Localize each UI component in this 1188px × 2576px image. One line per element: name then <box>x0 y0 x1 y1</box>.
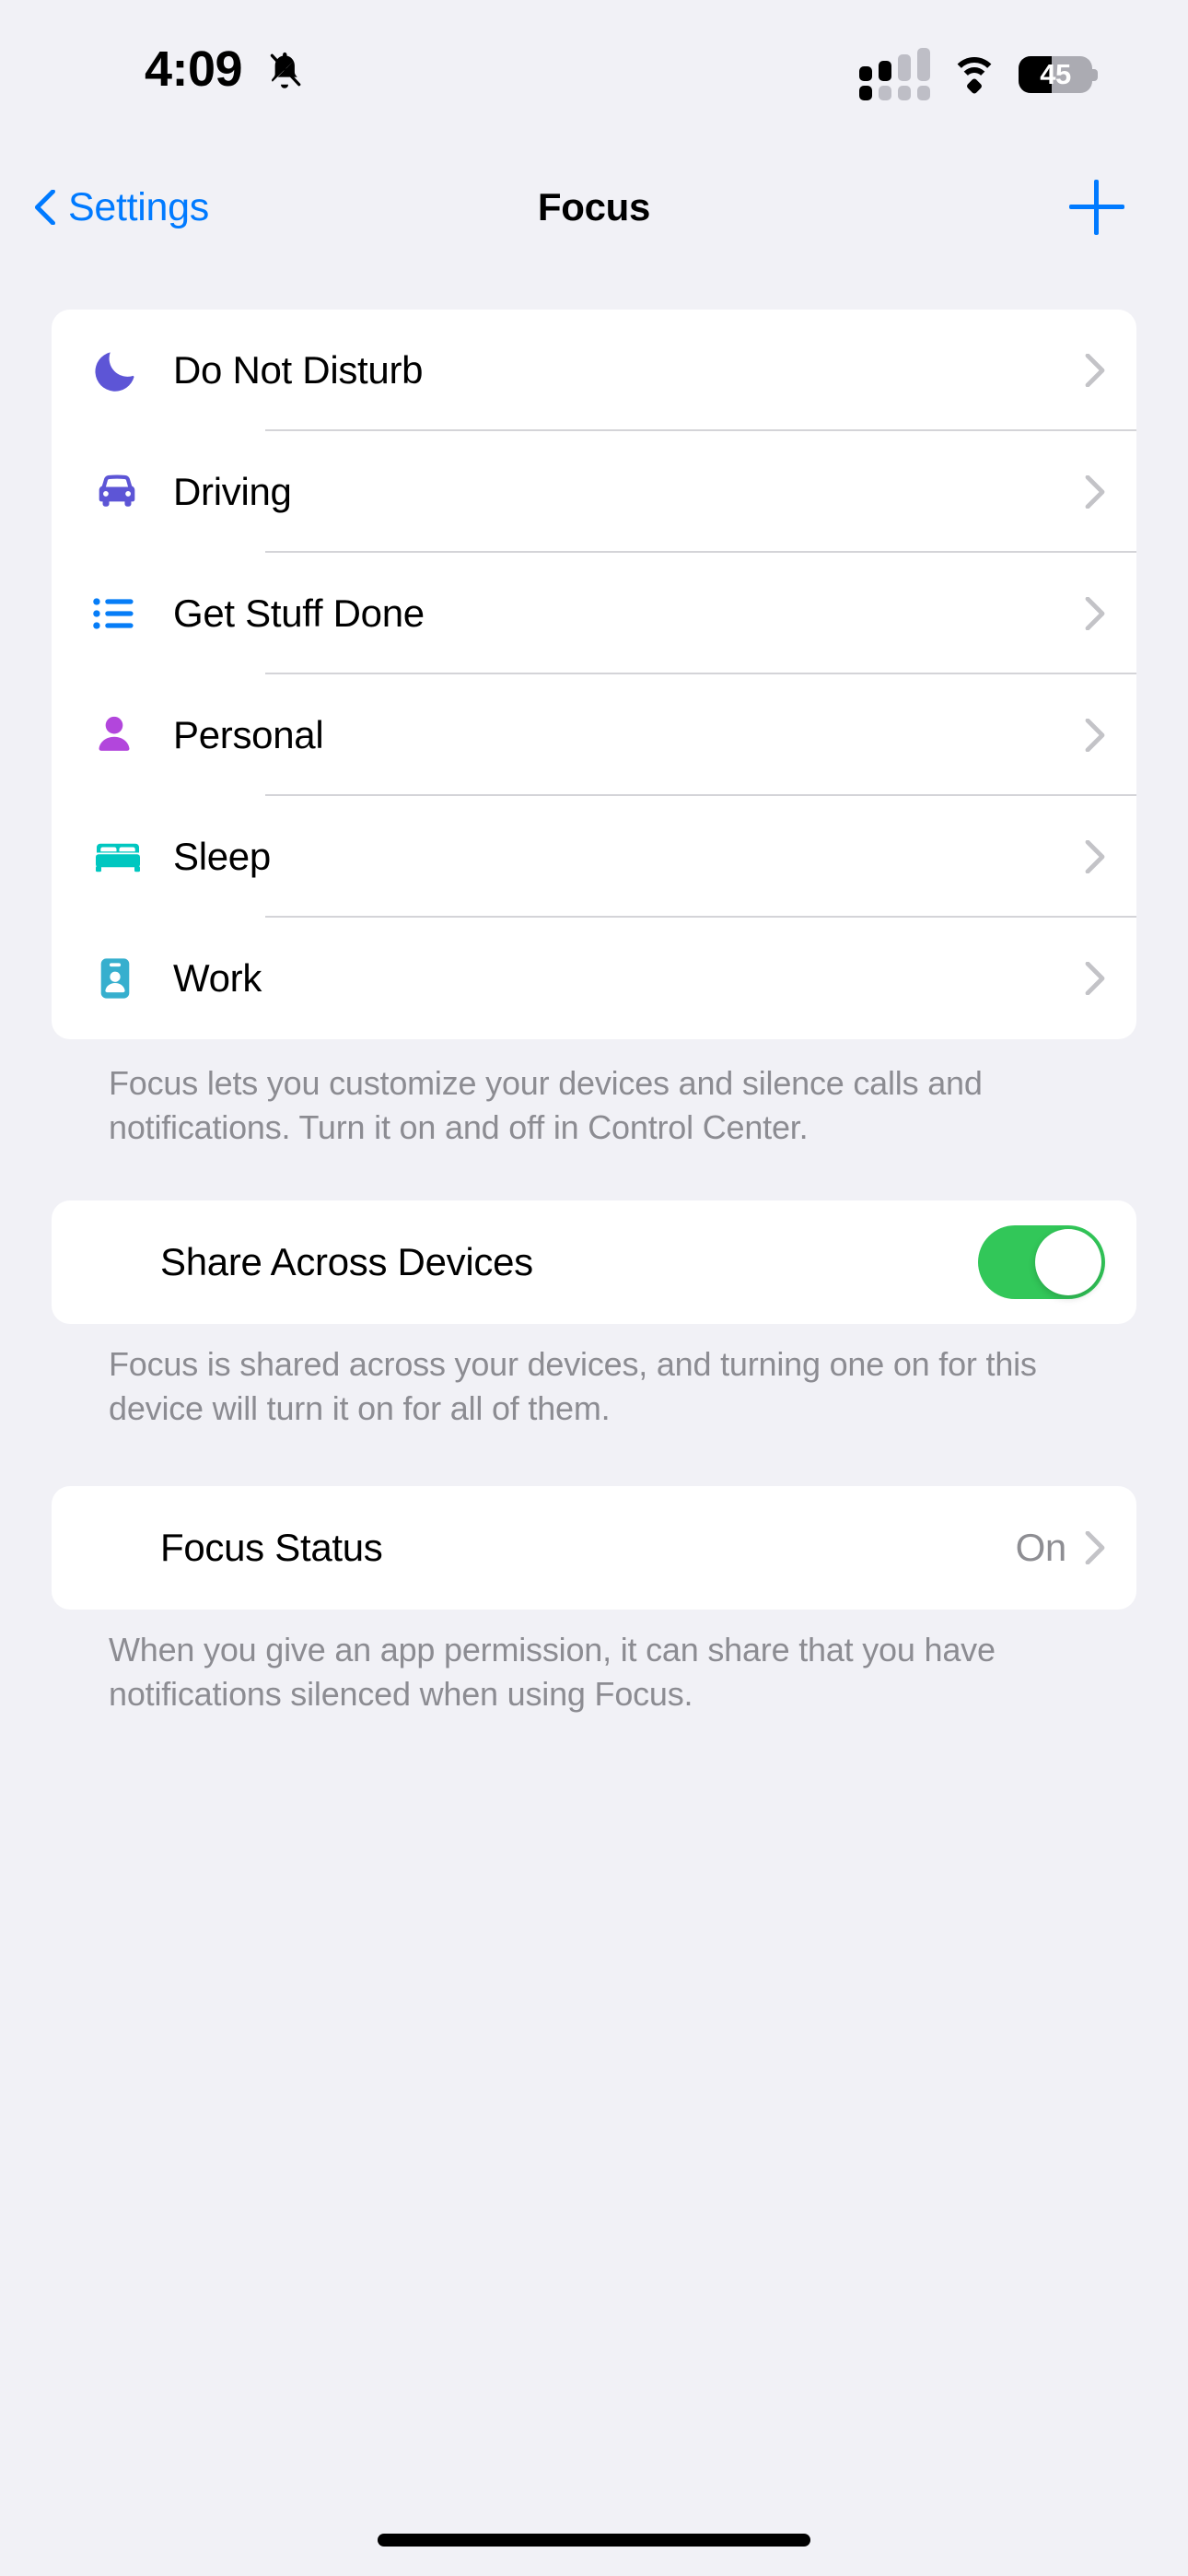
iphone-screen: 4:09 45 Settings Focus Do Not Disturb Dr… <box>0 0 1188 2576</box>
focus-status-value: On <box>1015 1526 1067 1569</box>
focus-status-footer: When you give an app permission, it can … <box>109 1631 996 1713</box>
focus-list-card: Do Not Disturb Driving Get Stuff Done Pe… <box>52 310 1136 1039</box>
focus-status-card: Focus Status On <box>52 1486 1136 1610</box>
chevron-right-icon <box>1085 597 1105 630</box>
list-bullet-icon <box>90 590 173 638</box>
list-item-do-not-disturb[interactable]: Do Not Disturb <box>52 310 1136 431</box>
bed-icon <box>90 829 173 884</box>
chevron-right-icon <box>1085 1531 1105 1564</box>
share-across-devices-footer: Focus is shared across your devices, and… <box>109 1345 1037 1427</box>
battery-icon: 45 <box>1019 55 1098 93</box>
home-indicator[interactable] <box>378 2534 810 2547</box>
chevron-right-icon <box>1085 962 1105 995</box>
list-item-driving[interactable]: Driving <box>52 431 1136 553</box>
list-item-label: Work <box>173 956 262 1000</box>
row-share-across-devices[interactable]: Share Across Devices <box>52 1200 1136 1324</box>
status-bar-time: 4:09 <box>145 41 243 97</box>
id-badge-icon <box>90 954 173 1003</box>
status-bar-icons: 45 <box>859 48 1098 100</box>
focus-list-footer: Focus lets you customize your devices an… <box>109 1064 983 1146</box>
share-across-devices-label: Share Across Devices <box>160 1240 533 1283</box>
person-icon <box>90 711 173 759</box>
moon-icon <box>90 345 173 396</box>
list-item-label: Sleep <box>173 835 271 878</box>
list-item-label: Personal <box>173 713 324 756</box>
add-focus-button[interactable] <box>1055 157 1138 258</box>
list-item-label: Get Stuff Done <box>173 591 425 635</box>
row-focus-status[interactable]: Focus Status On <box>52 1486 1136 1610</box>
list-item-label: Do Not Disturb <box>173 348 424 392</box>
cellular-signal-icon <box>859 48 930 100</box>
chevron-right-icon <box>1085 354 1105 387</box>
plus-icon <box>1069 180 1124 235</box>
battery-percent-label: 45 <box>1040 57 1071 90</box>
list-item-work[interactable]: Work <box>52 918 1136 1039</box>
list-item-label: Driving <box>173 470 292 513</box>
list-item-get-stuff-done[interactable]: Get Stuff Done <box>52 553 1136 674</box>
focus-status-label: Focus Status <box>160 1526 383 1569</box>
share-across-devices-toggle[interactable] <box>978 1225 1105 1299</box>
chevron-right-icon <box>1085 475 1105 509</box>
list-item-sleep[interactable]: Sleep <box>52 796 1136 918</box>
chevron-right-icon <box>1085 719 1105 752</box>
wifi-icon <box>950 56 998 95</box>
page-title: Focus <box>537 185 651 228</box>
status-bar: 4:09 45 <box>0 0 1188 157</box>
car-icon <box>90 465 173 519</box>
bell-slash-icon <box>270 52 301 88</box>
navigation-bar: Settings Focus <box>0 157 1188 258</box>
toggle-knob <box>1035 1229 1101 1295</box>
list-item-personal[interactable]: Personal <box>52 674 1136 796</box>
share-across-devices-card: Share Across Devices <box>52 1200 1136 1324</box>
chevron-right-icon <box>1085 840 1105 873</box>
